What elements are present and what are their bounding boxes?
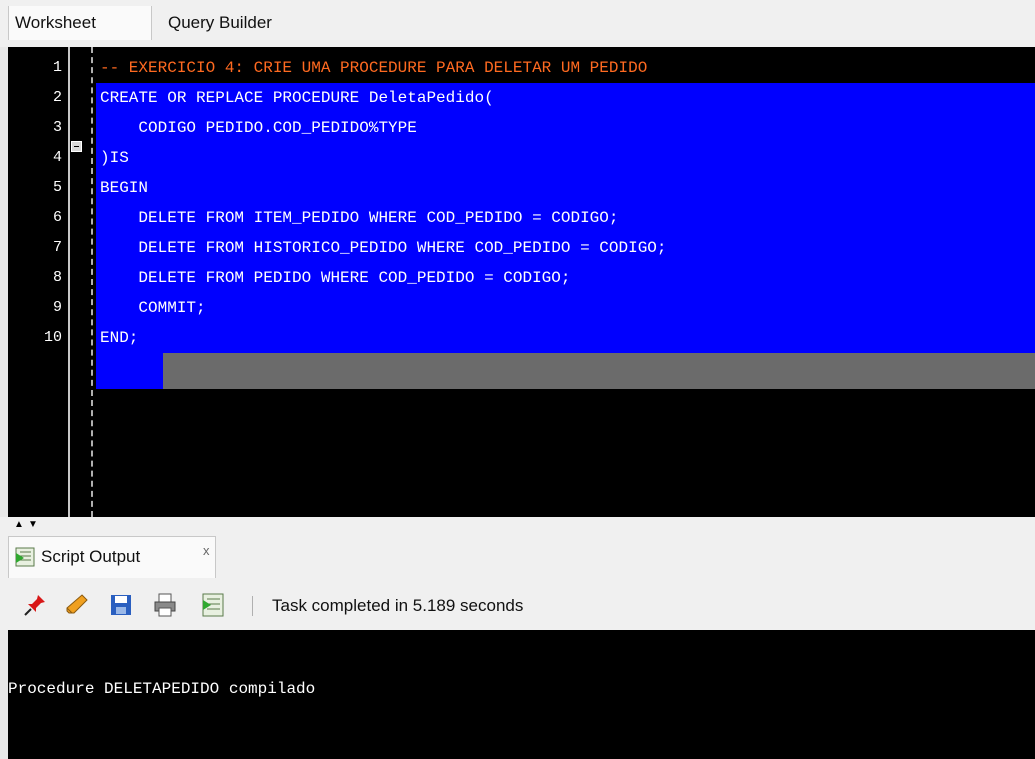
line-number: 7: [52, 239, 62, 256]
left-border: [0, 47, 8, 759]
script-output-icon: [15, 547, 35, 567]
line-number-gutter: 1 2 3 4 5 6 7 8 9 10: [8, 47, 70, 517]
code-line: COMMIT;: [100, 299, 206, 317]
code-line: CODIGO PEDIDO.COD_PEDIDO%TYPE: [100, 119, 417, 137]
line-number: 10: [43, 329, 62, 346]
close-tab-icon[interactable]: x: [203, 543, 210, 558]
line-number: 9: [52, 299, 62, 316]
toolbar-separator: [252, 596, 253, 616]
output-tab-bar: Script Output x: [0, 532, 1035, 582]
output-message: Procedure DELETAPEDIDO compilado: [8, 680, 316, 698]
script-output-label: Script Output: [41, 547, 141, 566]
save-icon[interactable]: [108, 592, 134, 618]
tab-query-builder[interactable]: Query Builder: [168, 6, 272, 40]
print-icon[interactable]: [152, 592, 178, 618]
code-line: -- EXERCICIO 4: CRIE UMA PROCEDURE PARA …: [100, 59, 648, 77]
fold-collapse-icon[interactable]: [71, 141, 82, 152]
code-line: DELETE FROM PEDIDO WHERE COD_PEDIDO = CO…: [100, 269, 571, 287]
expand-down-icon[interactable]: ▼: [28, 520, 38, 530]
line-number: 1: [52, 59, 62, 76]
output-toolbar: Task completed in 5.189 seconds: [0, 582, 1035, 630]
fold-guide-line: [91, 47, 93, 517]
worksheet-tab-bar: Worksheet Query Builder: [0, 0, 1035, 47]
code-line: DELETE FROM HISTORICO_PEDIDO WHERE COD_P…: [100, 239, 667, 257]
script-output-area[interactable]: Procedure DELETAPEDIDO compilado: [8, 630, 1035, 759]
line-number: 3: [52, 119, 62, 136]
pin-icon[interactable]: [22, 592, 48, 618]
selection-highlight-last: [96, 353, 163, 389]
code-line: )IS: [100, 149, 129, 167]
line-number: 6: [52, 209, 62, 226]
sql-editor[interactable]: 1 2 3 4 5 6 7 8 9 10 -- EXERCICIO 4: CRI…: [8, 47, 1035, 517]
code-line: DELETE FROM ITEM_PEDIDO WHERE COD_PEDIDO…: [100, 209, 619, 227]
line-number: 8: [52, 269, 62, 286]
collapse-up-icon[interactable]: ▲: [14, 520, 24, 530]
tab-script-output[interactable]: Script Output x: [8, 536, 216, 578]
current-line-highlight: [163, 353, 1035, 389]
script-output-icon[interactable]: [200, 592, 226, 618]
task-status: Task completed in 5.189 seconds: [272, 596, 524, 615]
line-number: 2: [52, 89, 62, 106]
line-number: 4: [52, 149, 62, 166]
code-line: CREATE OR REPLACE PROCEDURE DeletaPedido…: [100, 89, 494, 107]
code-line: END;: [100, 329, 139, 347]
code-line: BEGIN: [100, 179, 149, 197]
eraser-icon[interactable]: [64, 592, 90, 618]
line-number: 5: [52, 179, 62, 196]
panel-splitter[interactable]: ▲ ▼: [0, 517, 1035, 532]
tab-worksheet[interactable]: Worksheet: [8, 6, 152, 40]
